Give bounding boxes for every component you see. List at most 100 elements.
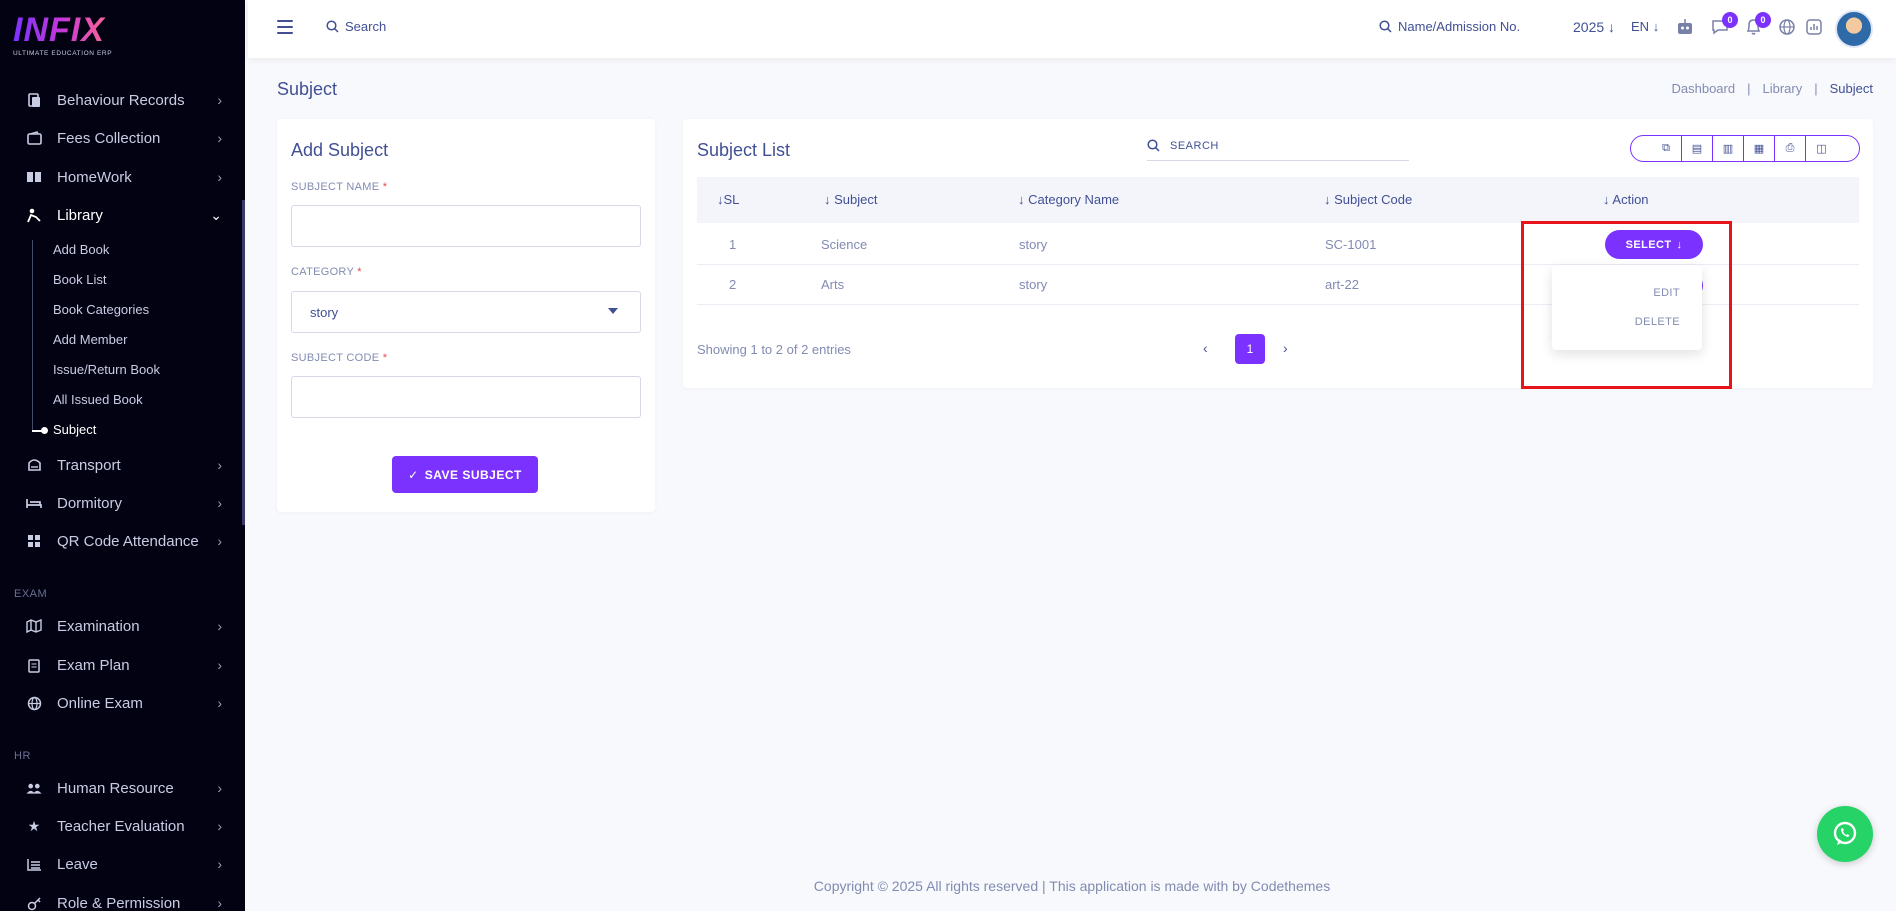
sidebar-subitem-add-book[interactable]: Add Book bbox=[53, 242, 109, 257]
column-header-category[interactable]: ↓ Category Name bbox=[1018, 192, 1119, 207]
year-selector[interactable]: 2025 ↓ bbox=[1573, 19, 1615, 35]
sidebar-item-label: Human Resource bbox=[57, 779, 174, 797]
sort-arrow-icon: ↓ bbox=[1324, 192, 1331, 207]
submenu-line bbox=[32, 240, 33, 432]
robot-icon[interactable] bbox=[1675, 18, 1695, 38]
search-icon bbox=[1147, 139, 1160, 152]
sidebar-item-label: Leave bbox=[57, 855, 98, 873]
logo-text: INFIX bbox=[13, 12, 112, 48]
pagination-prev-icon[interactable]: ‹ bbox=[1203, 340, 1208, 356]
sidebar-item-exam-plan[interactable]: Exam Plan › bbox=[0, 650, 242, 680]
sidebar-item-label: Dormitory bbox=[57, 494, 123, 512]
column-header-text: SL bbox=[723, 192, 740, 207]
sidebar-item-leave[interactable]: Leave › bbox=[0, 849, 242, 879]
pdf-button[interactable]: ▦ bbox=[1744, 136, 1775, 161]
sidebar-item-behaviour-records[interactable]: Behaviour Records › bbox=[0, 85, 242, 115]
breadcrumb-subject: Subject bbox=[1829, 81, 1873, 96]
subject-code-input[interactable] bbox=[291, 376, 641, 418]
sort-arrow-icon: ↓ bbox=[1018, 192, 1025, 207]
section-label-hr: HR bbox=[14, 750, 31, 762]
header-search[interactable]: Search bbox=[326, 19, 386, 34]
sidebar-item-online-exam[interactable]: Online Exam › bbox=[0, 688, 242, 718]
wallet-icon bbox=[26, 130, 42, 146]
column-header-text: Category Name bbox=[1028, 192, 1120, 207]
column-header-action[interactable]: ↓ Action bbox=[1603, 192, 1649, 207]
columns-icon: ◫ bbox=[1816, 143, 1827, 155]
save-subject-label: SAVE SUBJECT bbox=[424, 467, 522, 482]
map-icon bbox=[26, 618, 42, 634]
cell-sl: 2 bbox=[729, 277, 737, 292]
print-button[interactable]: ⎙ bbox=[1775, 136, 1806, 161]
users-icon bbox=[26, 780, 42, 796]
chevron-right-icon: › bbox=[217, 657, 222, 673]
sidebar-item-examination[interactable]: Examination › bbox=[0, 611, 242, 641]
column-header-text: Subject Code bbox=[1334, 192, 1413, 207]
sidebar-scrollbar[interactable] bbox=[242, 200, 245, 525]
sidebar-subitem-all-issued-book[interactable]: All Issued Book bbox=[53, 392, 143, 407]
column-header-sl[interactable]: ↓SL bbox=[717, 192, 739, 207]
pagination-current-page[interactable]: 1 bbox=[1235, 334, 1265, 364]
excel-button[interactable]: ▤ bbox=[1682, 136, 1713, 161]
category-select[interactable]: story bbox=[291, 291, 641, 333]
cell-subject: Science bbox=[821, 237, 868, 252]
admission-search-input[interactable]: Name/Admission No. bbox=[1398, 19, 1520, 34]
whatsapp-chat-button[interactable] bbox=[1817, 806, 1873, 862]
sidebar-item-library[interactable]: Library ⌄ bbox=[0, 200, 242, 230]
globe-icon bbox=[26, 695, 42, 711]
subject-list-title: Subject List bbox=[697, 140, 791, 160]
breadcrumb-library[interactable]: Library bbox=[1762, 81, 1802, 96]
sidebar-item-teacher-evaluation[interactable]: ★ Teacher Evaluation › bbox=[0, 811, 242, 841]
sidebar-item-human-resource[interactable]: Human Resource › bbox=[0, 773, 242, 803]
chevron-right-icon: › bbox=[217, 818, 222, 834]
table-header: ↓SL ↓ Subject ↓ Category Name ↓ Subject … bbox=[697, 177, 1859, 223]
sidebar-item-qr-code-attendance[interactable]: QR Code Attendance › bbox=[0, 526, 242, 556]
columns-button[interactable]: ◫ bbox=[1806, 136, 1837, 161]
copy-button[interactable]: ⧉ bbox=[1651, 136, 1682, 161]
app-logo[interactable]: INFIX ULTIMATE EDUCATION ERP bbox=[13, 12, 112, 57]
sort-arrow-icon: ↓ bbox=[824, 192, 831, 207]
column-header-subject-code[interactable]: ↓ Subject Code bbox=[1324, 192, 1412, 207]
list-search-input[interactable]: SEARCH bbox=[1170, 140, 1219, 152]
sidebar-item-label: Transport bbox=[57, 456, 121, 474]
arrow-down-icon: ↓ bbox=[1608, 19, 1616, 35]
globe-icon[interactable] bbox=[1777, 18, 1797, 38]
menu-toggle-icon[interactable] bbox=[277, 20, 293, 34]
sidebar-item-dormitory[interactable]: Dormitory › bbox=[0, 488, 242, 518]
logo-subtitle: ULTIMATE EDUCATION ERP bbox=[13, 50, 113, 57]
csv-file-icon: ▥ bbox=[1722, 143, 1734, 155]
sidebar-item-label: Library bbox=[57, 206, 103, 224]
key-icon bbox=[26, 895, 42, 911]
chevron-right-icon: › bbox=[217, 780, 222, 796]
subject-name-label: SUBJECT NAME * bbox=[291, 181, 387, 193]
sidebar-item-label: Role & Permission bbox=[57, 894, 181, 911]
sidebar-item-fees-collection[interactable]: Fees Collection › bbox=[0, 123, 242, 153]
sidebar-subitem-add-member[interactable]: Add Member bbox=[53, 332, 127, 347]
chevron-right-icon: › bbox=[217, 169, 222, 185]
whatsapp-icon bbox=[1833, 821, 1857, 845]
user-avatar[interactable] bbox=[1835, 10, 1873, 48]
language-selector[interactable]: EN ↓ bbox=[1631, 19, 1659, 34]
sidebar-subitem-subject[interactable]: Subject bbox=[53, 422, 96, 437]
sidebar-item-label: Online Exam bbox=[57, 694, 143, 712]
sidebar-subitem-book-list[interactable]: Book List bbox=[53, 272, 106, 287]
save-subject-button[interactable]: ✓ SAVE SUBJECT bbox=[392, 456, 538, 493]
sidebar-item-transport[interactable]: Transport › bbox=[0, 450, 242, 480]
sidebar-item-label: Examination bbox=[57, 617, 140, 635]
sidebar-item-homework[interactable]: HomeWork › bbox=[0, 162, 242, 192]
sidebar-subitem-issue-return-book[interactable]: Issue/Return Book bbox=[53, 362, 160, 377]
analytics-icon[interactable] bbox=[1804, 18, 1824, 38]
header-search-input[interactable]: Search bbox=[345, 19, 386, 34]
add-subject-card: Add Subject SUBJECT NAME * CATEGORY * st… bbox=[277, 119, 655, 512]
sidebar-item-role-permission[interactable]: Role & Permission › bbox=[0, 888, 242, 911]
admission-search[interactable]: Name/Admission No. bbox=[1379, 19, 1520, 34]
sidebar-item-label: QR Code Attendance bbox=[57, 532, 199, 550]
sidebar-subitem-book-categories[interactable]: Book Categories bbox=[53, 302, 149, 317]
csv-button[interactable]: ▥ bbox=[1713, 136, 1744, 161]
breadcrumb-dashboard[interactable]: Dashboard bbox=[1671, 81, 1735, 96]
column-header-subject[interactable]: ↓ Subject bbox=[824, 192, 878, 207]
list-search[interactable]: SEARCH bbox=[1147, 131, 1409, 161]
chevron-right-icon: › bbox=[217, 695, 222, 711]
subject-name-input[interactable] bbox=[291, 205, 641, 247]
pagination-next-icon[interactable]: › bbox=[1283, 340, 1288, 356]
arrow-down-icon: ↓ bbox=[1652, 19, 1660, 34]
